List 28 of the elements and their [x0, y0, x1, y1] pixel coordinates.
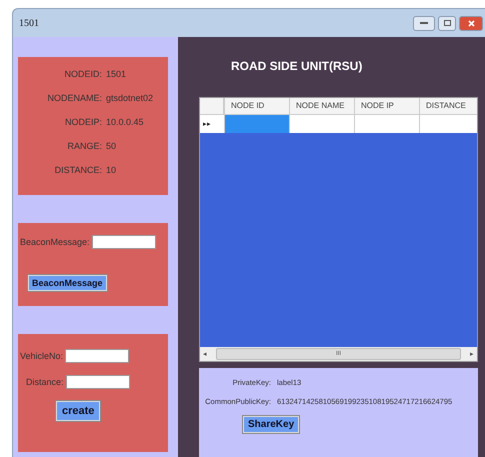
input-field[interactable] [66, 375, 130, 389]
close-button[interactable] [459, 16, 483, 30]
close-icon[interactable] [468, 20, 474, 26]
info-label: NODEID: [63, 69, 102, 79]
input-field[interactable] [65, 349, 130, 363]
create-button[interactable]: create [56, 401, 100, 421]
info-value: 50 [106, 141, 118, 151]
info-value: 10.0.0.45 [106, 117, 145, 127]
maximize-icon[interactable] [444, 20, 450, 26]
info-label: DISTANCE: [54, 165, 102, 175]
rsu-title: ROAD SIDE UNIT(RSU) [231, 59, 364, 75]
share-key-button[interactable]: ShareKey [243, 416, 300, 433]
info-label: NODENAME: [46, 93, 102, 103]
window-title: 1501 [19, 18, 40, 28]
info-value: 1501 [106, 69, 128, 79]
table-cell[interactable] [224, 115, 289, 133]
maximize-button[interactable] [438, 16, 456, 30]
info-label: NODEIP: [64, 117, 102, 127]
info-value: gtsdotnet02 [106, 93, 154, 103]
minimize-button[interactable] [413, 16, 435, 30]
beacon-message-field[interactable] [92, 235, 156, 249]
field-label: Distance: [26, 377, 64, 387]
minimize-icon[interactable] [420, 22, 428, 24]
beacon-message-button[interactable]: BeaconMessage [28, 275, 107, 291]
info-label: RANGE: [66, 141, 102, 151]
info-value: 10 [106, 165, 118, 175]
field-label: VehicleNo: [20, 351, 64, 361]
field-label: BeaconMessage: [20, 237, 90, 247]
